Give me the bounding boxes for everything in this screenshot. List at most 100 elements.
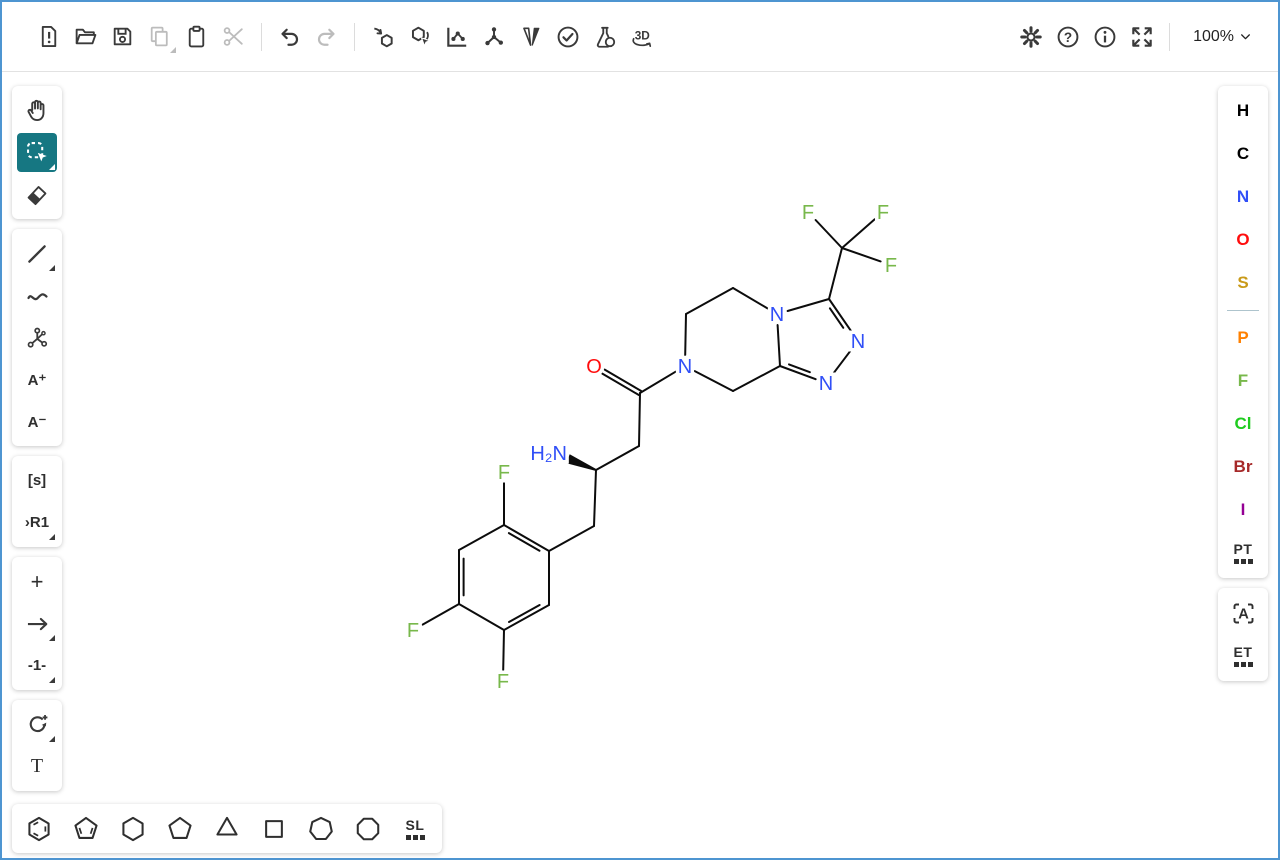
save-button[interactable] <box>104 18 141 55</box>
reaction-plus-tool-button[interactable]: + <box>17 562 57 601</box>
atom-label-F[interactable]: F <box>497 671 509 693</box>
molecule-sitagliptin[interactable]: FFFNNNNOH₂NFFF <box>2 72 1280 860</box>
bond[interactable] <box>640 372 676 393</box>
benzene-template-button[interactable] <box>17 808 61 849</box>
cut-button[interactable] <box>215 18 252 55</box>
text-tool-button[interactable]: T <box>17 747 57 786</box>
about-button[interactable] <box>1086 18 1123 55</box>
bond[interactable] <box>695 371 733 391</box>
calculate-cip-button[interactable] <box>512 18 549 55</box>
dearomatize-button[interactable] <box>401 18 438 55</box>
structure-library-template-button[interactable]: SL <box>393 808 437 849</box>
s-group-tool-button[interactable]: [s] <box>17 461 57 500</box>
bond[interactable] <box>605 370 642 391</box>
cyclopentadiene-template-button[interactable] <box>64 808 108 849</box>
redo-button[interactable] <box>308 18 345 55</box>
element-Br-button[interactable]: Br <box>1223 447 1263 487</box>
bond[interactable] <box>504 605 549 630</box>
bond[interactable] <box>788 299 829 311</box>
canvas[interactable]: FFFNNNNOH₂NFFF <box>2 72 1280 865</box>
bond[interactable] <box>459 604 504 630</box>
atom-label-N[interactable]: N <box>770 304 784 326</box>
periodic-table-button[interactable]: PT <box>1223 533 1263 573</box>
clear-canvas-button[interactable] <box>30 18 67 55</box>
bond[interactable] <box>816 220 842 248</box>
atom-label-F[interactable]: F <box>885 255 897 277</box>
atom-label-N[interactable]: N <box>851 331 865 353</box>
chain-tool-button[interactable] <box>17 276 57 315</box>
zoom-control[interactable]: 100% <box>1191 24 1254 50</box>
3d-viewer-button[interactable]: 3D <box>623 18 660 55</box>
reaction-arrow-tool-button[interactable] <box>17 604 57 643</box>
layout-button[interactable] <box>438 18 475 55</box>
bond[interactable] <box>602 374 639 395</box>
bond[interactable] <box>423 604 459 625</box>
element-O-button[interactable]: O <box>1223 220 1263 260</box>
stereochemistry-tool-button[interactable] <box>17 318 57 357</box>
element-N-button[interactable]: N <box>1223 177 1263 217</box>
help-button[interactable]: ? <box>1049 18 1086 55</box>
atom-label-N[interactable]: H₂N <box>530 443 567 465</box>
paste-button[interactable] <box>178 18 215 55</box>
bond[interactable] <box>503 630 504 670</box>
single-bond-tool-button[interactable] <box>17 234 57 273</box>
undo-button[interactable] <box>271 18 308 55</box>
bond[interactable] <box>833 350 852 375</box>
bond[interactable] <box>842 219 875 248</box>
element-P-button[interactable]: P <box>1223 318 1263 358</box>
hand-tool-button[interactable] <box>17 91 57 130</box>
reaction-mapping-tool-button[interactable]: -1- <box>17 646 57 685</box>
extended-table-button[interactable]: ET <box>1223 636 1263 676</box>
bond[interactable] <box>685 314 686 355</box>
cyclohexane-template-button[interactable] <box>111 808 155 849</box>
bond[interactable] <box>778 325 780 366</box>
r-group-tool-button[interactable]: ›R1 <box>17 503 57 542</box>
settings-button[interactable] <box>1012 18 1049 55</box>
element-F-button[interactable]: F <box>1223 361 1263 401</box>
any-atom-button[interactable]: A <box>1223 593 1263 633</box>
aromatize-button[interactable] <box>364 18 401 55</box>
atom-label-F[interactable]: F <box>498 462 510 484</box>
atom-label-F[interactable]: F <box>802 202 814 224</box>
bond[interactable] <box>504 525 549 551</box>
cycloheptane-template-button[interactable] <box>299 808 343 849</box>
bond[interactable] <box>733 288 768 308</box>
element-Cl-button[interactable]: Cl <box>1223 404 1263 444</box>
calculated-values-button[interactable] <box>586 18 623 55</box>
open-button[interactable] <box>67 18 104 55</box>
charge-minus-tool-button[interactable]: A⁻ <box>17 402 57 441</box>
bond[interactable] <box>733 366 780 391</box>
cyclooctane-template-button[interactable] <box>346 808 390 849</box>
bond[interactable] <box>549 526 594 551</box>
arc-arrow-tool-button[interactable] <box>17 705 57 744</box>
bond[interactable] <box>842 248 881 261</box>
erase-tool-button[interactable] <box>17 175 57 214</box>
bond[interactable] <box>686 288 733 314</box>
copy-button[interactable] <box>141 18 178 55</box>
check-structure-button[interactable] <box>549 18 586 55</box>
bond[interactable] <box>829 248 842 299</box>
atom-label-N[interactable]: N <box>819 373 833 395</box>
selection-tool-button[interactable] <box>17 133 57 172</box>
cyclopropane-template-button[interactable] <box>205 808 249 849</box>
atom-label-O[interactable]: O <box>586 356 602 378</box>
bond[interactable] <box>596 446 639 470</box>
atom-label-N[interactable]: N <box>678 356 692 378</box>
bond[interactable] <box>829 299 852 332</box>
bond[interactable] <box>594 470 596 526</box>
wedge-bond[interactable] <box>566 454 596 471</box>
cyclopentane-template-button[interactable] <box>158 808 202 849</box>
bond[interactable] <box>459 525 504 550</box>
atom-label-F[interactable]: F <box>407 620 419 642</box>
charge-plus-tool-button[interactable]: A⁺ <box>17 360 57 399</box>
element-C-button[interactable]: C <box>1223 134 1263 174</box>
cyclobutane-template-button[interactable] <box>252 808 296 849</box>
clean-up-button[interactable] <box>475 18 512 55</box>
atom-label-F[interactable]: F <box>877 202 889 224</box>
element-S-button[interactable]: S <box>1223 263 1263 303</box>
fullscreen-button[interactable] <box>1123 18 1160 55</box>
element-I-button[interactable]: I <box>1223 490 1263 530</box>
app-tool-group: ? 100% <box>1012 18 1254 55</box>
element-H-button[interactable]: H <box>1223 91 1263 131</box>
bond[interactable] <box>639 393 640 446</box>
